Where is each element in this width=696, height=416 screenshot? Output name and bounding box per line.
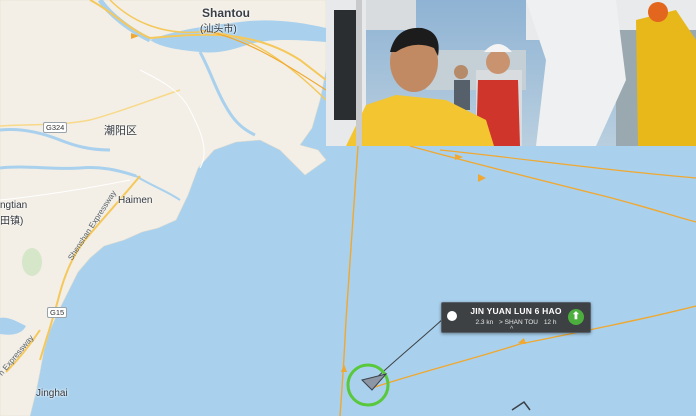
label-chaoyang: 潮阳区 bbox=[104, 125, 137, 137]
vessel-destination: > SHAN TOU bbox=[499, 319, 538, 326]
label-shantou-cn: (汕头市) bbox=[200, 24, 237, 35]
status-dot-icon bbox=[447, 311, 457, 321]
vessel-info: 2.3 kn > SHAN TOU 12 h bbox=[464, 319, 568, 326]
vessel-type-badge-icon[interactable]: ⬆ bbox=[568, 309, 584, 325]
label-shantou: Shantou bbox=[202, 6, 250, 20]
road-shield-g15: G15 bbox=[47, 307, 68, 318]
label-haimen: Haimen bbox=[118, 195, 153, 206]
vessel-popup[interactable]: JIN YUAN LUN 6 HAO 2.3 kn > SHAN TOU 12 … bbox=[441, 302, 591, 333]
vessel-speed: 2.3 kn bbox=[475, 319, 494, 326]
video-overlay[interactable] bbox=[326, 0, 696, 146]
label-jinghai: Jinghai bbox=[36, 388, 68, 399]
vessel-age: 12 h bbox=[543, 319, 557, 326]
label-ngtian: ngtian bbox=[0, 200, 28, 211]
label-ngtian-cn: 田镇) bbox=[0, 216, 24, 227]
park-area bbox=[22, 248, 42, 276]
vessel-name[interactable]: JIN YUAN LUN 6 HAO bbox=[464, 306, 568, 316]
expand-caret-icon[interactable]: ^ bbox=[510, 326, 513, 333]
video-frame-image bbox=[326, 0, 696, 146]
road-shield-g324: G324 bbox=[43, 122, 68, 133]
